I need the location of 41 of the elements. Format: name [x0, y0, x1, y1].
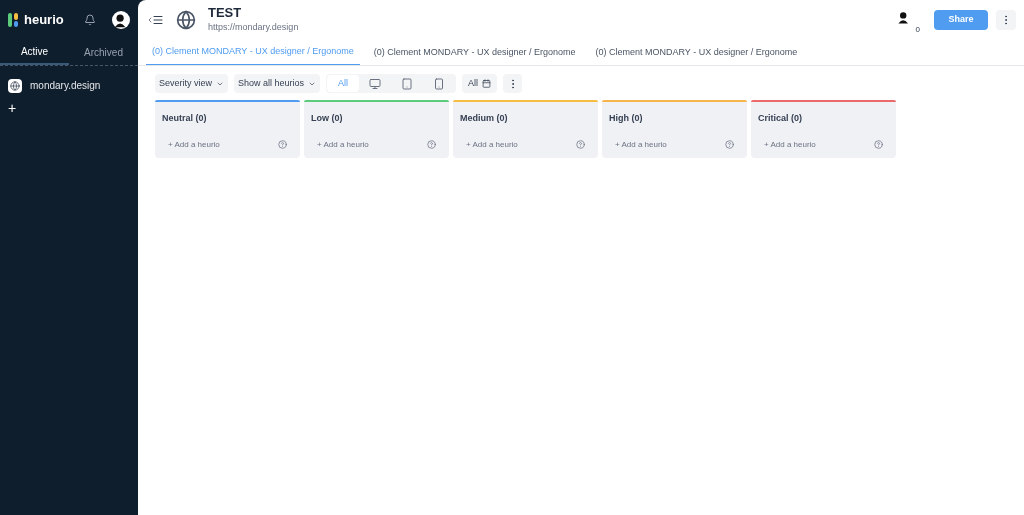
sidebar-tab[interactable]: Archived — [69, 40, 138, 65]
help-icon[interactable] — [427, 140, 436, 149]
help-icon[interactable] — [874, 140, 883, 149]
logo-text: heurio — [24, 11, 64, 30]
column-title: Medium (0) — [459, 112, 509, 125]
add-heurio-button[interactable]: + Add a heurio — [168, 138, 220, 151]
help-icon[interactable] — [576, 140, 585, 149]
add-heurio-button[interactable]: + Add a heurio — [466, 138, 518, 151]
column-title: High (0) — [608, 112, 644, 125]
project-item[interactable]: mondary.design — [8, 78, 130, 93]
project-title: TEST — [208, 5, 243, 22]
date-filter[interactable]: All — [462, 74, 498, 93]
add-heurio-button[interactable]: + Add a heurio — [317, 138, 369, 151]
calendar-icon — [482, 79, 492, 88]
help-icon[interactable] — [278, 140, 287, 149]
collaborator-count: 0 — [914, 26, 921, 34]
menu-icon — [152, 14, 164, 26]
column-title: Low (0) — [310, 112, 344, 125]
help-icon[interactable] — [725, 140, 734, 149]
menu-toggle-button[interactable] — [146, 14, 164, 26]
add-heurio-button[interactable]: + Add a heurio — [764, 138, 816, 151]
add-heurio-button[interactable]: + Add a heurio — [615, 138, 667, 151]
phone-icon — [433, 77, 446, 90]
logo-icon — [8, 13, 20, 27]
reviewer-tab[interactable]: (0) Clement MONDARY - UX designer / Ergonome — [589, 40, 804, 65]
desktop-icon — [369, 77, 382, 90]
column-title: Critical (0) — [757, 112, 803, 125]
globe-icon — [10, 80, 20, 91]
project-url: https://mondary.design — [208, 21, 299, 35]
globe-icon — [176, 10, 196, 30]
sidebar-tab[interactable]: Active — [0, 40, 69, 65]
filter-dropdown[interactable]: Show all heurios — [234, 74, 321, 93]
add-project-button[interactable]: + — [8, 101, 20, 115]
more-options-button[interactable] — [503, 74, 523, 93]
tablet-icon — [401, 77, 414, 90]
more-button[interactable] — [996, 10, 1016, 30]
column-title: Neutral (0) — [161, 112, 208, 125]
user-avatar[interactable] — [112, 11, 130, 29]
view-dropdown[interactable]: Severity view — [155, 74, 228, 93]
bell-icon[interactable] — [84, 14, 96, 26]
reviewer-tab[interactable]: (0) Clement MONDARY - UX designer / Ergonome — [367, 40, 582, 65]
